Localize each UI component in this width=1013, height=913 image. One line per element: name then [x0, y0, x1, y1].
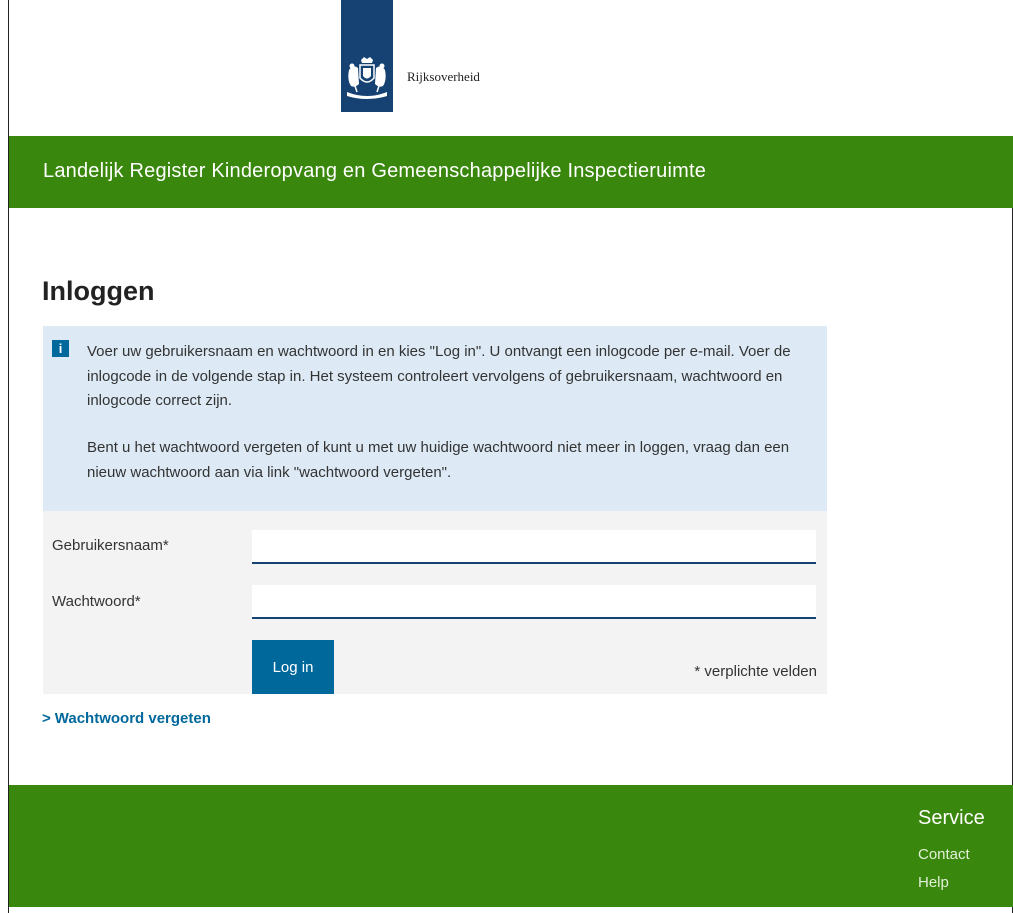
coat-of-arms-icon: [347, 57, 387, 99]
forgot-password-label: Wachtwoord vergeten: [54, 710, 211, 727]
login-button[interactable]: Log in: [252, 640, 334, 694]
required-fields-note: * verplichte velden: [694, 663, 817, 680]
logo-link[interactable]: [341, 0, 393, 112]
forgot-password-link[interactable]: > Wachtwoord vergeten: [42, 710, 211, 727]
footer-service-heading: Service: [918, 807, 985, 829]
info-paragraph-1: Voer uw gebruikersnaam en wachtwoord in …: [87, 343, 791, 409]
footer-contact-link[interactable]: Contact: [918, 846, 970, 863]
username-input[interactable]: [252, 530, 816, 564]
login-form: Gebruikersnaam* Wachtwoord* Log in * ver…: [43, 511, 827, 694]
chevron-right-icon: >: [42, 710, 51, 727]
username-label: Gebruikersnaam*: [52, 537, 169, 554]
site-footer: Service Contact Help: [9, 785, 1013, 907]
site-header: Rijksoverheid: [9, 0, 1013, 136]
password-input[interactable]: [252, 585, 816, 619]
info-paragraph-2: Bent u het wachtwoord vergeten of kunt u…: [87, 439, 790, 481]
site-title: Landelijk Register Kinderopvang en Gemee…: [43, 160, 707, 182]
footer-help-link[interactable]: Help: [918, 874, 949, 891]
password-label: Wachtwoord*: [52, 593, 141, 610]
page-title: Inloggen: [42, 276, 155, 306]
logo-text: Rijksoverheid: [407, 69, 480, 84]
info-message: i Voer uw gebruikersnaam en wachtwoord i…: [43, 326, 827, 511]
site-banner: Landelijk Register Kinderopvang en Gemee…: [9, 136, 1013, 208]
info-icon: i: [52, 340, 69, 357]
